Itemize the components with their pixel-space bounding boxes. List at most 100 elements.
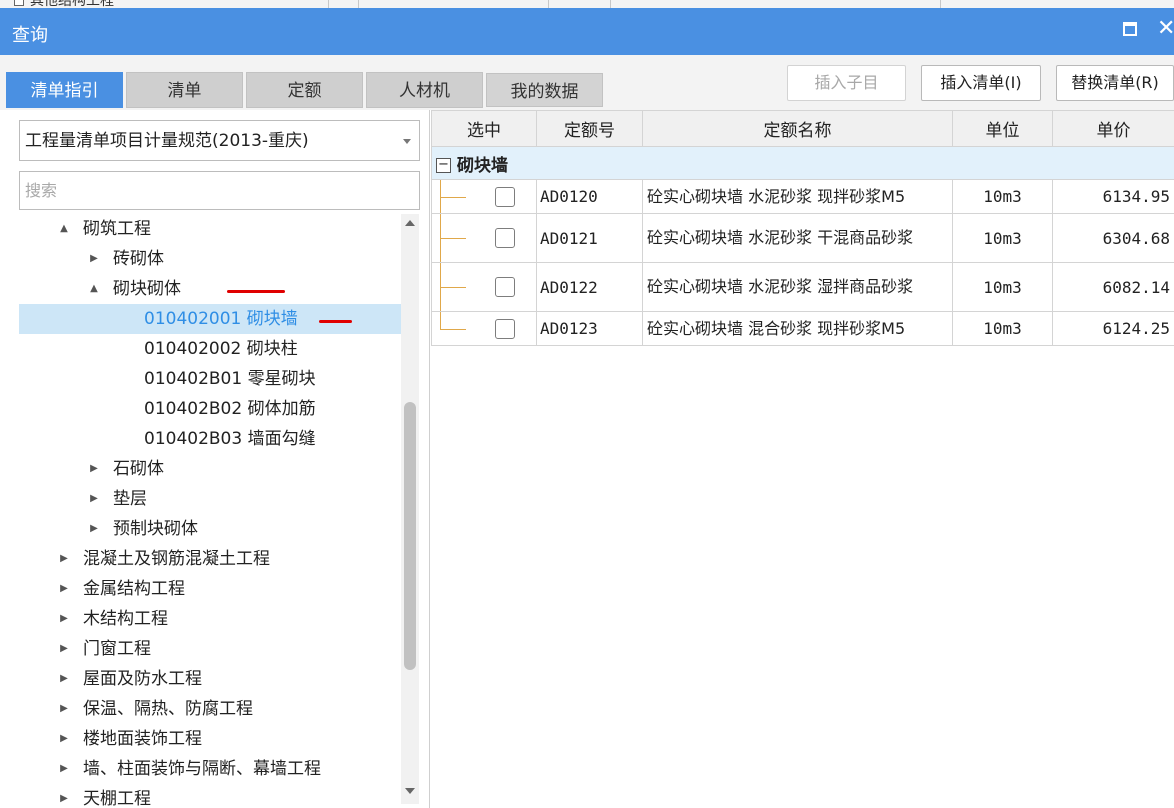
tree-node-label: 墙、柱面装饰与隔断、幕墙工程 [83,759,321,779]
tree-node-roofing[interactable]: ▶ 屋面及防水工程 [19,664,401,694]
tree-node-label: 垫层 [113,489,147,509]
tab-my-data[interactable]: 我的数据 [486,73,603,107]
tree-node-brick[interactable]: ▶ 砖砌体 [19,244,401,274]
expand-icon[interactable]: ▶ [57,724,71,754]
tree-node-precast-block[interactable]: ▶ 预制块砌体 [19,514,401,544]
tree-node-cushion[interactable]: ▶ 垫层 [19,484,401,514]
tree-node-masonry[interactable]: ▲ 砌筑工程 [19,214,401,244]
close-icon[interactable]: ✕ [1157,16,1174,42]
expand-icon[interactable]: ▶ [57,574,71,604]
row-checkbox[interactable] [495,318,515,339]
price-cell: 6304.68 [1052,213,1174,263]
group-cell: − 砌块墙 [431,146,1174,180]
expand-icon[interactable]: ▶ [57,664,71,694]
table-row[interactable]: AD0122 砼实心砌块墙 水泥砂浆 湿拌商品砂浆 10m3 6082.14 [431,262,1174,312]
tree-node-label: 010402B01 零星砌块 [144,369,316,389]
tree-node-insulation[interactable]: ▶ 保温、隔热、防腐工程 [19,694,401,724]
tree-node-wall-finish[interactable]: ▶ 墙、柱面装饰与隔断、幕墙工程 [19,754,401,784]
expand-icon[interactable]: ▶ [87,484,101,514]
annotation-mark [319,320,352,323]
expand-icon[interactable]: ▶ [57,634,71,664]
tab-quota[interactable]: 定额 [246,72,363,108]
document-icon [14,0,24,6]
search-field[interactable] [19,171,420,210]
code-cell: AD0120 [536,179,643,214]
collapse-icon[interactable]: − [436,158,451,173]
tree-node-label: 预制块砌体 [113,519,198,539]
select-cell [431,179,537,214]
group-row[interactable]: − 砌块墙 [431,146,1174,180]
tree-node-label: 砖砌体 [113,249,164,269]
tree-node-label: 楼地面装饰工程 [83,729,202,749]
tree-node-label: 保温、隔热、防腐工程 [83,699,253,719]
table-row[interactable]: AD0123 砼实心砌块墙 混合砂浆 现拌砂浆M5 10m3 6124.25 [431,311,1174,346]
tree-node-reinforcement[interactable]: 010402B02 砌体加筋 [19,394,401,424]
tab-materials[interactable]: 人材机 [366,72,483,108]
expand-icon[interactable]: ▶ [57,544,71,574]
tree-node-stone[interactable]: ▶ 石砌体 [19,454,401,484]
replace-list-button[interactable]: 替换清单(R) [1056,65,1174,101]
unit-cell: 10m3 [952,311,1053,346]
tree-node-label: 门窗工程 [83,639,151,659]
expand-icon[interactable]: ▶ [87,244,101,274]
scrollbar-thumb[interactable] [404,402,416,670]
background-window-strip: 其他结构工程 [0,0,1174,8]
column-header-unit[interactable]: 单位 [952,110,1053,147]
column-header-code[interactable]: 定额号 [536,110,643,147]
tree-node-block-masonry[interactable]: ▲ 砌块砌体 [19,274,401,304]
tree-node-block-wall[interactable]: 010402001 砌块墙 [19,304,401,334]
tree-node-misc-block[interactable]: 010402B01 零星砌块 [19,364,401,394]
tree-node-metal[interactable]: ▶ 金属结构工程 [19,574,401,604]
search-input[interactable] [20,172,419,209]
tree-node-wood[interactable]: ▶ 木结构工程 [19,604,401,634]
row-checkbox[interactable] [495,228,515,248]
tree-node-doors-windows[interactable]: ▶ 门窗工程 [19,634,401,664]
collapse-icon[interactable]: ▲ [87,274,101,304]
tree-node-ceiling[interactable]: ▶ 天棚工程 [19,784,401,808]
price-cell: 6082.14 [1052,262,1174,312]
column-header-price[interactable]: 单价 [1052,110,1174,147]
tree-scrollbar[interactable] [401,214,419,804]
unit-cell: 10m3 [952,213,1053,263]
unit-cell: 10m3 [952,179,1053,214]
tree-connector [440,287,466,288]
name-cell: 砼实心砌块墙 水泥砂浆 现拌砂浆M5 [642,179,953,214]
column-header-select[interactable]: 选中 [431,110,537,147]
tree-node-floor[interactable]: ▶ 楼地面装饰工程 [19,724,401,754]
dialog-title: 查询 [12,25,48,46]
tree-node-label: 屋面及防水工程 [83,669,202,689]
expand-icon[interactable]: ▶ [57,604,71,634]
expand-icon[interactable]: ▶ [57,754,71,784]
divider [358,0,359,8]
code-cell: AD0121 [536,213,643,263]
scroll-down-icon[interactable] [405,788,415,794]
insert-child-button[interactable]: 插入子目 [787,65,906,101]
tree-node-pointing[interactable]: 010402B03 墙面勾缝 [19,424,401,454]
tree-node-block-column[interactable]: 010402002 砌块柱 [19,334,401,364]
price-cell: 6134.95 [1052,179,1174,214]
tab-list[interactable]: 清单 [126,72,243,108]
tab-bar: 清单指引 清单 定额 人材机 我的数据 插入子目 插入清单(I) 替换清单(R) [0,55,1174,110]
tree-node-concrete[interactable]: ▶ 混凝土及钢筋混凝土工程 [19,544,401,574]
table-row[interactable]: AD0121 砼实心砌块墙 水泥砂浆 干混商品砂浆 10m3 6304.68 [431,213,1174,263]
expand-icon[interactable]: ▶ [87,514,101,544]
tree-node-label: 010402002 砌块柱 [144,339,298,359]
spec-select[interactable]: 工程量清单项目计量规范(2013-重庆) [19,120,420,161]
expand-icon[interactable]: ▶ [57,784,71,808]
scroll-up-icon[interactable] [405,220,415,226]
tree-connector [440,196,466,198]
expand-icon[interactable]: ▶ [87,454,101,484]
insert-list-button[interactable]: 插入清单(I) [921,65,1041,101]
row-checkbox[interactable] [495,277,515,297]
table-row[interactable]: AD0120 砼实心砌块墙 水泥砂浆 现拌砂浆M5 10m3 6134.95 [431,179,1174,214]
tab-list-guide[interactable]: 清单指引 [6,72,123,108]
spec-tree: ▲ 砌筑工程 ▶ 砖砌体 ▲ 砌块砌体 010402001 砌块墙 010402… [19,214,401,808]
dialog-titlebar[interactable]: 查询 ✕ [0,8,1174,55]
tree-node-label: 金属结构工程 [83,579,185,599]
maximize-icon[interactable] [1123,22,1137,36]
expand-icon[interactable]: ▶ [57,694,71,724]
column-header-name[interactable]: 定额名称 [642,110,953,147]
collapse-icon[interactable]: ▲ [57,214,71,244]
row-checkbox[interactable] [495,186,515,207]
divider [548,0,549,8]
